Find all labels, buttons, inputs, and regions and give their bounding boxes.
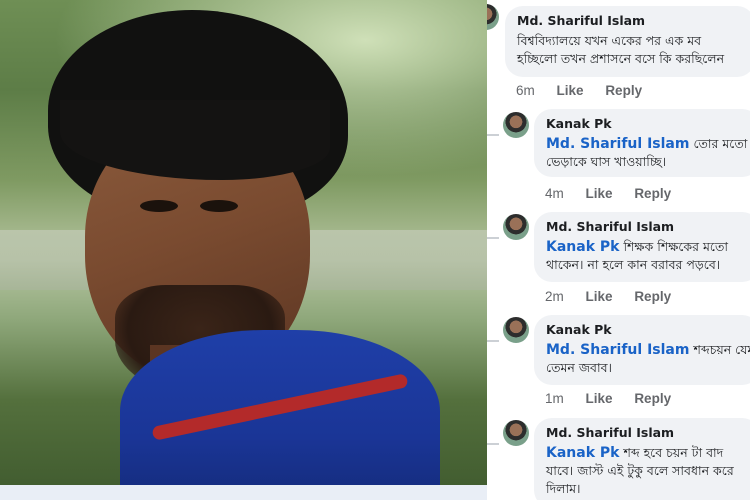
comment-actions: 4m Like Reply [545, 186, 689, 201]
comment-text: Kanak Pk শব্দ হবে চয়ন টা বাদ যাবে। জাস্… [546, 443, 748, 499]
comment-line: থাকেন। না হলে কান বরাবর পড়বে। [546, 257, 721, 272]
mention-link[interactable]: Kanak Pk [546, 239, 619, 255]
comment-line: শিক্ষক শিক্ষকের মতো [623, 239, 728, 254]
reply-button[interactable]: Reply [634, 289, 671, 304]
comment-bubble: Kanak Pk Md. Shariful Islam শব্দচয়ন যেম… [534, 315, 750, 385]
avatar[interactable] [503, 420, 529, 446]
comment-text: Md. Shariful Islam তোর মতো ভেড়াকে ঘাস খ… [546, 134, 748, 172]
comment-time[interactable]: 4m [545, 186, 564, 201]
comment-author[interactable]: Md. Shariful Islam [546, 219, 748, 235]
thread-connector [487, 443, 499, 445]
photo-bottom-strip [0, 485, 487, 500]
comment-line: তোর মতো [693, 136, 748, 151]
photo-left-eye [140, 200, 178, 212]
comment-actions: 1m Like Reply [545, 391, 689, 406]
comment-time[interactable]: 6m [516, 83, 535, 98]
comment-line: যাবে। জাস্ট এই টুকু বলে সাবধান করে [546, 463, 734, 478]
comment-text: Kanak Pk শিক্ষক শিক্ষকের মতো থাকেন। না হ… [546, 237, 748, 275]
reply-button[interactable]: Reply [634, 186, 671, 201]
comment-line: দিলাম। [546, 481, 581, 496]
comment-time[interactable]: 1m [545, 391, 564, 406]
thread-connector [487, 237, 499, 239]
comment-author[interactable]: Md. Shariful Islam [517, 13, 743, 29]
comment-line: তেমন জবাব। [546, 360, 613, 375]
like-button[interactable]: Like [586, 391, 613, 406]
comment-line: ভেড়াকে ঘাস খাওয়াচ্ছি। [546, 154, 667, 169]
thread-connector [487, 134, 499, 136]
comment-actions: 2m Like Reply [545, 289, 689, 304]
comment-author[interactable]: Md. Shariful Islam [546, 425, 748, 441]
avatar[interactable] [487, 4, 499, 30]
like-button[interactable]: Like [586, 289, 613, 304]
photo-right-eye [200, 200, 238, 212]
comment-time[interactable]: 2m [545, 289, 564, 304]
comment-line: হচ্ছিলো তখন প্রশাসনে বসে কি করছিলেন [517, 51, 725, 66]
comment-bubble: Md. Shariful Islam বিশ্ববিদ্যালয়ে যখন এ… [505, 6, 750, 77]
comment-bubble: Kanak Pk Md. Shariful Islam তোর মতো ভেড়… [534, 109, 750, 177]
avatar[interactable] [503, 112, 529, 138]
avatar[interactable] [503, 214, 529, 240]
mention-link[interactable]: Md. Shariful Islam [546, 136, 689, 152]
comment-author[interactable]: Kanak Pk [546, 116, 748, 132]
like-button[interactable]: Like [557, 83, 584, 98]
comment-line: শব্দ হবে চয়ন টা বাদ [623, 445, 724, 460]
comment-bubble: Md. Shariful Islam Kanak Pk শিক্ষক শিক্ষ… [534, 212, 750, 282]
comment-actions: 6m Like Reply [516, 83, 660, 98]
reply-button[interactable]: Reply [605, 83, 642, 98]
comment-author[interactable]: Kanak Pk [546, 322, 748, 338]
comment-text: Md. Shariful Islam শব্দচয়ন যেমন তেমন জব… [546, 340, 750, 378]
thread-connector [487, 340, 499, 342]
comment-thread: Md. Shariful Islam বিশ্ববিদ্যালয়ে যখন এ… [487, 0, 750, 500]
photo-hoodie [120, 330, 440, 500]
comment-text: বিশ্ববিদ্যালয়ে যখন একের পর এক মব হচ্ছিল… [517, 31, 743, 69]
avatar[interactable] [503, 317, 529, 343]
comment-bubble: Md. Shariful Islam Kanak Pk শব্দ হবে চয়… [534, 418, 750, 500]
comment-line: বিশ্ববিদ্যালয়ে যখন একের পর এক মব [517, 33, 702, 48]
mention-link[interactable]: Kanak Pk [546, 445, 619, 461]
comment-line: শব্দচয়ন যেমন [693, 342, 750, 357]
reply-button[interactable]: Reply [634, 391, 671, 406]
profile-photo [0, 0, 487, 500]
like-button[interactable]: Like [586, 186, 613, 201]
mention-link[interactable]: Md. Shariful Islam [546, 342, 689, 358]
